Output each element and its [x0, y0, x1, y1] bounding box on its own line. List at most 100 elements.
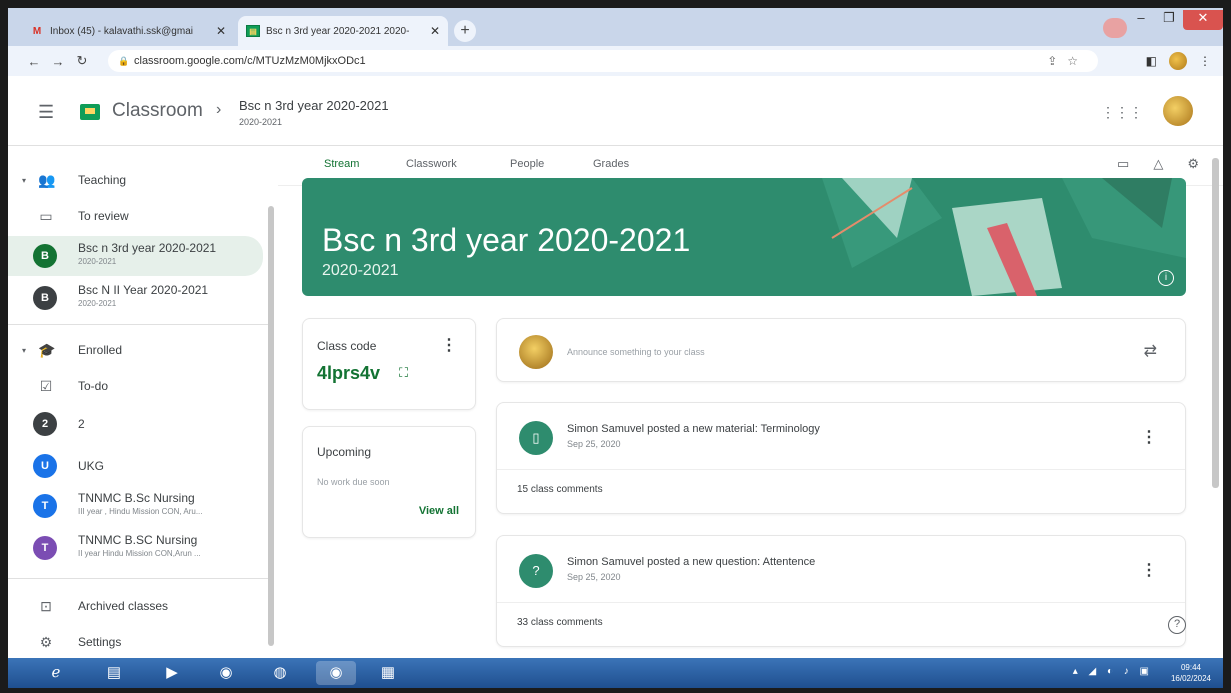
- share-icon[interactable]: ⇪☆: [1047, 50, 1088, 72]
- post-date: Sep 25, 2020: [567, 572, 621, 582]
- sidebar-item-to-review[interactable]: ▭ To review: [8, 198, 263, 234]
- banner-subtitle: 2020-2021: [322, 262, 399, 279]
- firefox-icon[interactable]: ◍: [260, 661, 300, 685]
- tab-stream[interactable]: Stream: [324, 158, 359, 170]
- people-icon: 👥: [38, 171, 56, 188]
- sidebar-item-todo[interactable]: ☑ To-do: [8, 368, 263, 404]
- class-banner: Bsc n 3rd year 2020-2021 2020-2021 i: [302, 178, 1186, 296]
- announce-box[interactable]: Announce something to your class ⇄: [496, 318, 1186, 382]
- reload-icon[interactable]: ↻: [70, 53, 94, 69]
- system-tray-icons[interactable]: ▴ ◢ ◐ ♪ ▣: [1073, 666, 1153, 677]
- sidebar-item-sublabel: III year , Hindu Mission CON, Aru...: [78, 507, 203, 516]
- caret-down-icon[interactable]: ▾: [22, 346, 26, 355]
- checklist-icon: ☑: [39, 377, 53, 394]
- drive-icon[interactable]: △: [1153, 156, 1163, 172]
- toolbar-actions: ◧ ⋮: [1146, 52, 1211, 70]
- browser-tab-gmail[interactable]: M Inbox (45) - kalavathi.ssk@gmai ✕: [22, 16, 234, 46]
- browser-tab-title: Bsc n 3rd year 2020-2021 2020-: [266, 25, 410, 37]
- divider: [8, 578, 268, 579]
- close-tab-icon[interactable]: ✕: [430, 24, 440, 38]
- sidebar-item-enrolled[interactable]: ▾ 🎓 Enrolled: [8, 332, 263, 368]
- browser-profile-icon[interactable]: [1103, 18, 1127, 38]
- chrome-active-icon[interactable]: ◉: [316, 661, 356, 685]
- sidebar-scrollbar[interactable]: [268, 206, 274, 646]
- tab-people[interactable]: People: [510, 158, 544, 170]
- more-vert-icon[interactable]: ⋮: [441, 335, 457, 355]
- sidebar-item-class[interactable]: 2 2: [8, 406, 263, 442]
- view-all-link[interactable]: View all: [419, 505, 459, 517]
- sidebar: ▾ 👥 Teaching ▭ To review B Bsc n 3rd yea…: [8, 146, 278, 656]
- sidebar-item-label: Enrolled: [78, 343, 123, 357]
- sidebar-item-label: To review: [78, 209, 129, 223]
- close-tab-icon[interactable]: ✕: [216, 24, 226, 38]
- question-icon: ?: [519, 554, 553, 588]
- repost-icon[interactable]: ⇄: [1144, 341, 1157, 361]
- sidebar-item-class[interactable]: T TNNMC B.SC Nursing II year Hindu Missi…: [8, 528, 263, 568]
- more-vert-icon[interactable]: ⋮: [1141, 560, 1157, 580]
- banner-illustration: [822, 178, 1186, 296]
- main-scrollbar[interactable]: [1212, 158, 1219, 488]
- sidepanel-icon[interactable]: ◧: [1146, 54, 1157, 68]
- stream-post[interactable]: ▯ Simon Samuvel posted a new material: T…: [496, 402, 1186, 514]
- apps-grid-icon[interactable]: ⋮⋮⋮: [1101, 104, 1143, 121]
- post-title: Simon Samuvel posted a new material: Ter…: [567, 423, 820, 435]
- sidebar-item-label: UKG: [78, 459, 105, 473]
- post-date: Sep 25, 2020: [567, 439, 621, 449]
- info-icon[interactable]: i: [1158, 270, 1174, 286]
- upcoming-card: Upcoming No work due soon View all: [302, 426, 476, 538]
- internet-explorer-icon[interactable]: ℯ: [36, 661, 76, 685]
- classroom-logo-icon[interactable]: [80, 104, 100, 120]
- sidebar-item-class[interactable]: B Bsc n 3rd year 2020-2021 2020-2021: [8, 236, 263, 276]
- sidebar-item-archived[interactable]: ⊡ Archived classes: [8, 588, 263, 624]
- menu-icon[interactable]: ⋮: [1199, 54, 1211, 68]
- profile-avatar-icon[interactable]: [1169, 52, 1187, 70]
- announce-placeholder[interactable]: Announce something to your class: [567, 347, 705, 357]
- sidebar-item-sublabel: 2020-2021: [78, 257, 117, 266]
- caret-down-icon[interactable]: ▾: [22, 176, 26, 185]
- sidebar-item-label: 2: [78, 417, 85, 431]
- more-vert-icon[interactable]: ⋮: [1141, 427, 1157, 447]
- sidebar-item-class[interactable]: U UKG: [8, 448, 263, 484]
- browser-tab-classroom[interactable]: ▤ Bsc n 3rd year 2020-2021 2020- ✕: [238, 16, 448, 46]
- media-player-icon[interactable]: ▶: [152, 661, 192, 685]
- fullscreen-icon[interactable]: ⛶: [399, 365, 408, 381]
- restore-button[interactable]: ❐: [1155, 10, 1183, 30]
- sidebar-item-class[interactable]: B Bsc N II Year 2020-2021 2020-2021: [8, 278, 263, 318]
- sidebar-item-label: Teaching: [78, 173, 127, 187]
- brand-name[interactable]: Classroom: [112, 100, 203, 122]
- divider: [497, 602, 1185, 603]
- account-avatar[interactable]: [1163, 96, 1193, 126]
- sidebar-item-label: Bsc N II Year 2020-2021: [78, 283, 209, 297]
- close-window-button[interactable]: ✕: [1183, 10, 1223, 30]
- forward-icon[interactable]: →: [46, 54, 70, 69]
- address-bar[interactable]: 🔒 classroom.google.com/c/MTUzMzM0MjkxODc…: [108, 50, 1098, 72]
- class-code-card: Class code ⋮ 4lprs4v ⛶: [302, 318, 476, 410]
- classroom-icon: ▤: [246, 25, 260, 37]
- gear-icon[interactable]: ⚙: [1187, 156, 1199, 172]
- sidebar-item-label: Archived classes: [78, 599, 169, 613]
- windows-taskbar: ℯ ▤ ▶ ◉ ◍ ◉ ▦ ▴ ◢ ◐ ♪ ▣ 09:44 16/02/2024: [8, 658, 1223, 688]
- chrome-icon[interactable]: ◉: [206, 661, 246, 685]
- back-icon[interactable]: ←: [22, 54, 46, 69]
- tab-grades[interactable]: Grades: [593, 158, 629, 170]
- class-code-value: 4lprs4v: [317, 363, 381, 383]
- file-explorer-icon[interactable]: ▤: [94, 661, 134, 685]
- help-icon[interactable]: ?: [1168, 616, 1186, 634]
- classroom-header: ☰ Classroom › Bsc n 3rd year 2020-2021 2…: [8, 76, 1223, 146]
- sidebar-item-class[interactable]: T TNNMC B.Sc Nursing III year , Hindu Mi…: [8, 486, 263, 526]
- browser-window: M Inbox (45) - kalavathi.ssk@gmai ✕ ▤ Bs…: [8, 8, 1223, 688]
- gmail-icon: M: [32, 25, 42, 37]
- sidebar-item-settings[interactable]: ⚙ Settings: [8, 624, 263, 660]
- main-menu-icon[interactable]: ☰: [38, 102, 54, 123]
- notepad-icon[interactable]: ▦: [368, 661, 408, 685]
- tab-classwork[interactable]: Classwork: [406, 158, 457, 170]
- stream-post[interactable]: ? Simon Samuvel posted a new question: A…: [496, 535, 1186, 647]
- class-comments-link[interactable]: 33 class comments: [517, 617, 603, 628]
- upcoming-label: Upcoming: [317, 445, 372, 459]
- sidebar-item-teaching[interactable]: ▾ 👥 Teaching: [8, 162, 263, 198]
- minimize-button[interactable]: –: [1127, 10, 1155, 30]
- calendar-icon[interactable]: ▭: [1117, 156, 1129, 172]
- class-comments-link[interactable]: 15 class comments: [517, 484, 603, 495]
- clock[interactable]: 09:44 16/02/2024: [1171, 662, 1211, 684]
- new-tab-button[interactable]: +: [454, 20, 476, 42]
